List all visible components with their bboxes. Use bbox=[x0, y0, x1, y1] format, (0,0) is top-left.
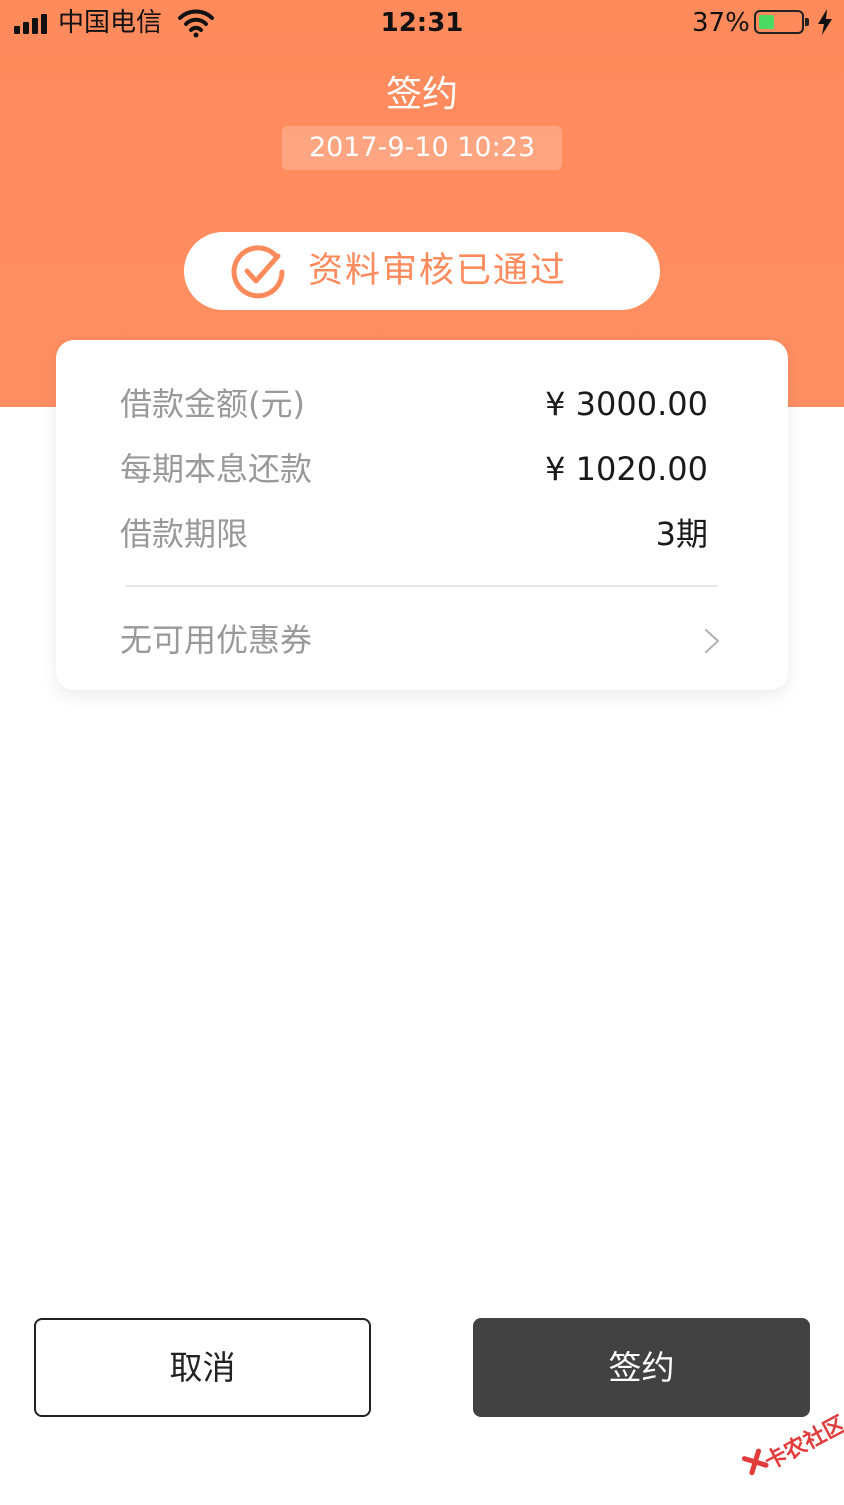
loan-term-value: 3期 bbox=[655, 515, 708, 553]
page-title: 签约 bbox=[385, 74, 458, 115]
installment-payment-value: ¥ 1020.00 bbox=[545, 450, 708, 488]
coupon-label: 无可用优惠券 bbox=[120, 621, 313, 659]
cancel-button[interactable]: 取消 bbox=[34, 1318, 371, 1417]
loan-amount-row: 借款金额(元) ¥ 3000.00 bbox=[120, 380, 708, 428]
loan-details-card: 借款金额(元) ¥ 3000.00 每期本息还款 ¥ 1020.00 借款期限 … bbox=[56, 340, 788, 690]
loan-amount-value: ¥ 3000.00 bbox=[545, 385, 708, 423]
approval-status-pill: 资料审核已通过 bbox=[184, 232, 660, 310]
battery-icon bbox=[754, 10, 809, 34]
approval-status-text: 资料审核已通过 bbox=[308, 251, 568, 291]
watermark-text: 卡农社区 bbox=[760, 1411, 844, 1476]
installment-payment-row: 每期本息还款 ¥ 1020.00 bbox=[120, 445, 708, 493]
divider bbox=[126, 585, 718, 587]
chevron-right-icon bbox=[704, 628, 720, 654]
charging-bolt-icon bbox=[818, 9, 832, 35]
coupon-row[interactable]: 无可用优惠券 bbox=[120, 616, 720, 664]
datetime-badge: 2017-9-10 10:23 bbox=[282, 126, 562, 170]
battery-percentage: 37% bbox=[692, 8, 750, 38]
loan-amount-label: 借款金额(元) bbox=[120, 385, 305, 423]
loan-term-label: 借款期限 bbox=[120, 515, 249, 553]
loan-term-row: 借款期限 3期 bbox=[120, 510, 708, 558]
installment-payment-label: 每期本息还款 bbox=[120, 450, 313, 488]
checkmark-circle-icon bbox=[231, 245, 285, 299]
sign-button[interactable]: 签约 bbox=[473, 1318, 810, 1417]
status-bar: 中国电信 12:31 37% bbox=[0, 0, 844, 50]
